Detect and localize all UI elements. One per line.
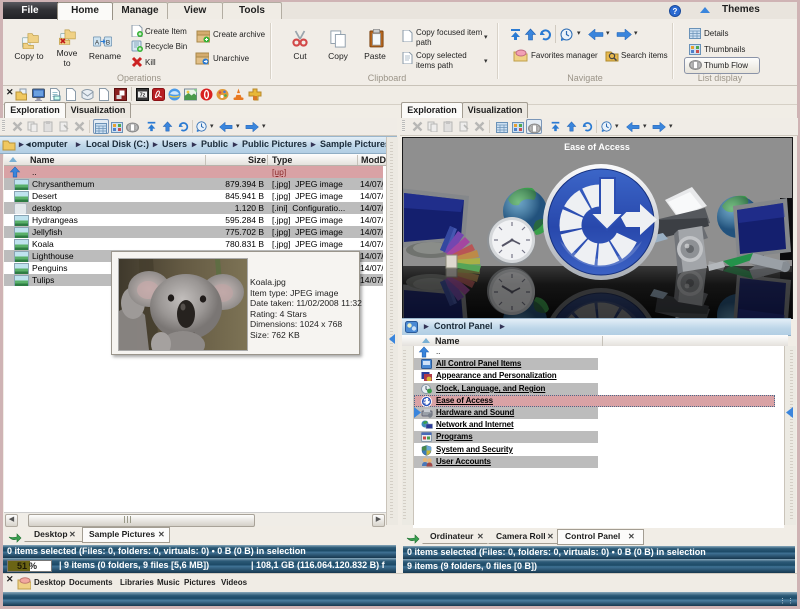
- svg-text:A: A: [95, 39, 100, 46]
- svg-text:Ease of Access: Ease of Access: [564, 142, 630, 152]
- svg-text:?: ?: [673, 7, 678, 16]
- svg-text:B: B: [106, 39, 110, 46]
- svg-text:7z: 7z: [140, 93, 146, 99]
